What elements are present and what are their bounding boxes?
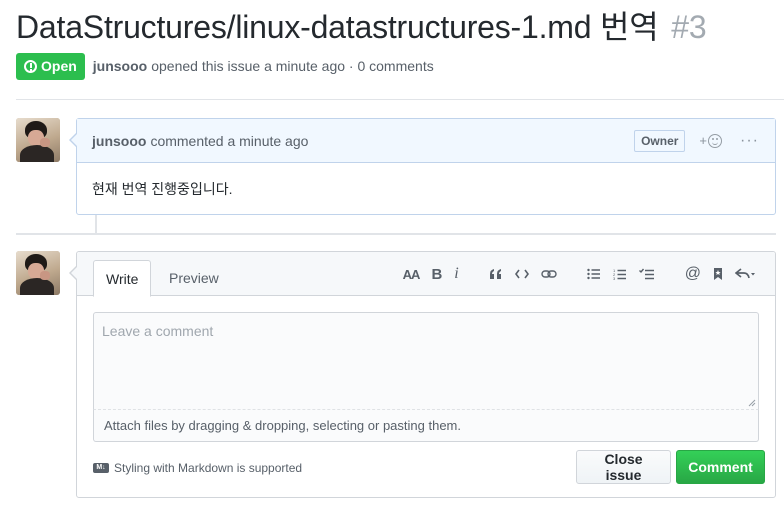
issue-title-text: DataStructures/linux-datastructures-1.md… — [16, 9, 659, 45]
comment-box: junsooo commented a minute ago Owner + ·… — [69, 118, 776, 215]
ordered-list-icon[interactable]: 123 — [613, 264, 627, 284]
link-icon[interactable] — [541, 264, 557, 284]
issue-number: #3 — [671, 9, 707, 45]
markdown-toolbar: AA B i 123 @ — [391, 264, 755, 284]
bold-icon[interactable]: B — [431, 264, 442, 284]
editor-tabs: Write Preview AA B i 123 @ — [77, 252, 775, 297]
reply-icon[interactable] — [735, 264, 755, 284]
status-badge: Open — [16, 52, 85, 80]
comment-placeholder: Leave a comment — [102, 323, 214, 339]
task-list-icon[interactable] — [638, 264, 655, 284]
status-label: Open — [41, 58, 77, 74]
owner-badge: Owner — [634, 129, 686, 152]
markdown-icon: M↓ — [93, 463, 109, 473]
svg-text:3: 3 — [613, 276, 616, 281]
header-divider — [16, 99, 784, 100]
new-comment-form: Write Preview AA B i 123 @ Leave a comme… — [69, 251, 776, 498]
alert-icon — [24, 59, 37, 73]
quote-icon[interactable] — [489, 264, 503, 284]
avatar[interactable] — [16, 118, 60, 162]
markdown-note-text[interactable]: Styling with Markdown is supported — [114, 461, 302, 475]
comment-textarea[interactable]: Leave a comment — [93, 312, 759, 410]
comment-header: junsooo commented a minute ago Owner + ·… — [77, 119, 775, 163]
issue-title: DataStructures/linux-datastructures-1.md… — [16, 6, 707, 48]
bookmark-icon[interactable] — [713, 264, 723, 284]
unordered-list-icon[interactable] — [587, 264, 601, 284]
italic-icon[interactable]: i — [454, 264, 458, 284]
issue-meta-text: opened this issue a minute ago · 0 comme… — [151, 58, 434, 74]
smiley-icon — [708, 133, 723, 148]
tab-write[interactable]: Write — [93, 260, 152, 297]
issue-meta: Open junsooo opened this issue a minute … — [16, 52, 434, 80]
heading-icon[interactable]: AA — [403, 264, 421, 284]
timeline-divider — [16, 233, 776, 235]
tab-preview[interactable]: Preview — [157, 260, 231, 296]
resize-handle-icon[interactable] — [748, 399, 756, 407]
avatar[interactable] — [16, 251, 60, 295]
comment-button[interactable]: Comment — [676, 450, 765, 484]
issue-author-link[interactable]: junsooo — [93, 58, 147, 74]
mention-icon[interactable]: @ — [685, 264, 701, 284]
file-attachment-drop-zone[interactable]: Attach files by dragging & dropping, sel… — [93, 410, 759, 442]
add-reaction-button[interactable]: + — [699, 133, 723, 148]
comment-timestamp[interactable]: commented a minute ago — [150, 133, 308, 149]
comment-author-link[interactable]: junsooo — [92, 133, 146, 149]
close-issue-button[interactable]: Close issue — [576, 450, 671, 484]
comment-body: 현재 번역 진행중입니다. — [92, 181, 233, 197]
code-icon[interactable] — [514, 264, 529, 284]
markdown-note[interactable]: M↓ Styling with Markdown is supported — [93, 461, 302, 475]
kebab-icon[interactable]: ··· — [740, 132, 759, 150]
timeline-line — [95, 215, 97, 233]
plus-label: + — [699, 133, 708, 148]
